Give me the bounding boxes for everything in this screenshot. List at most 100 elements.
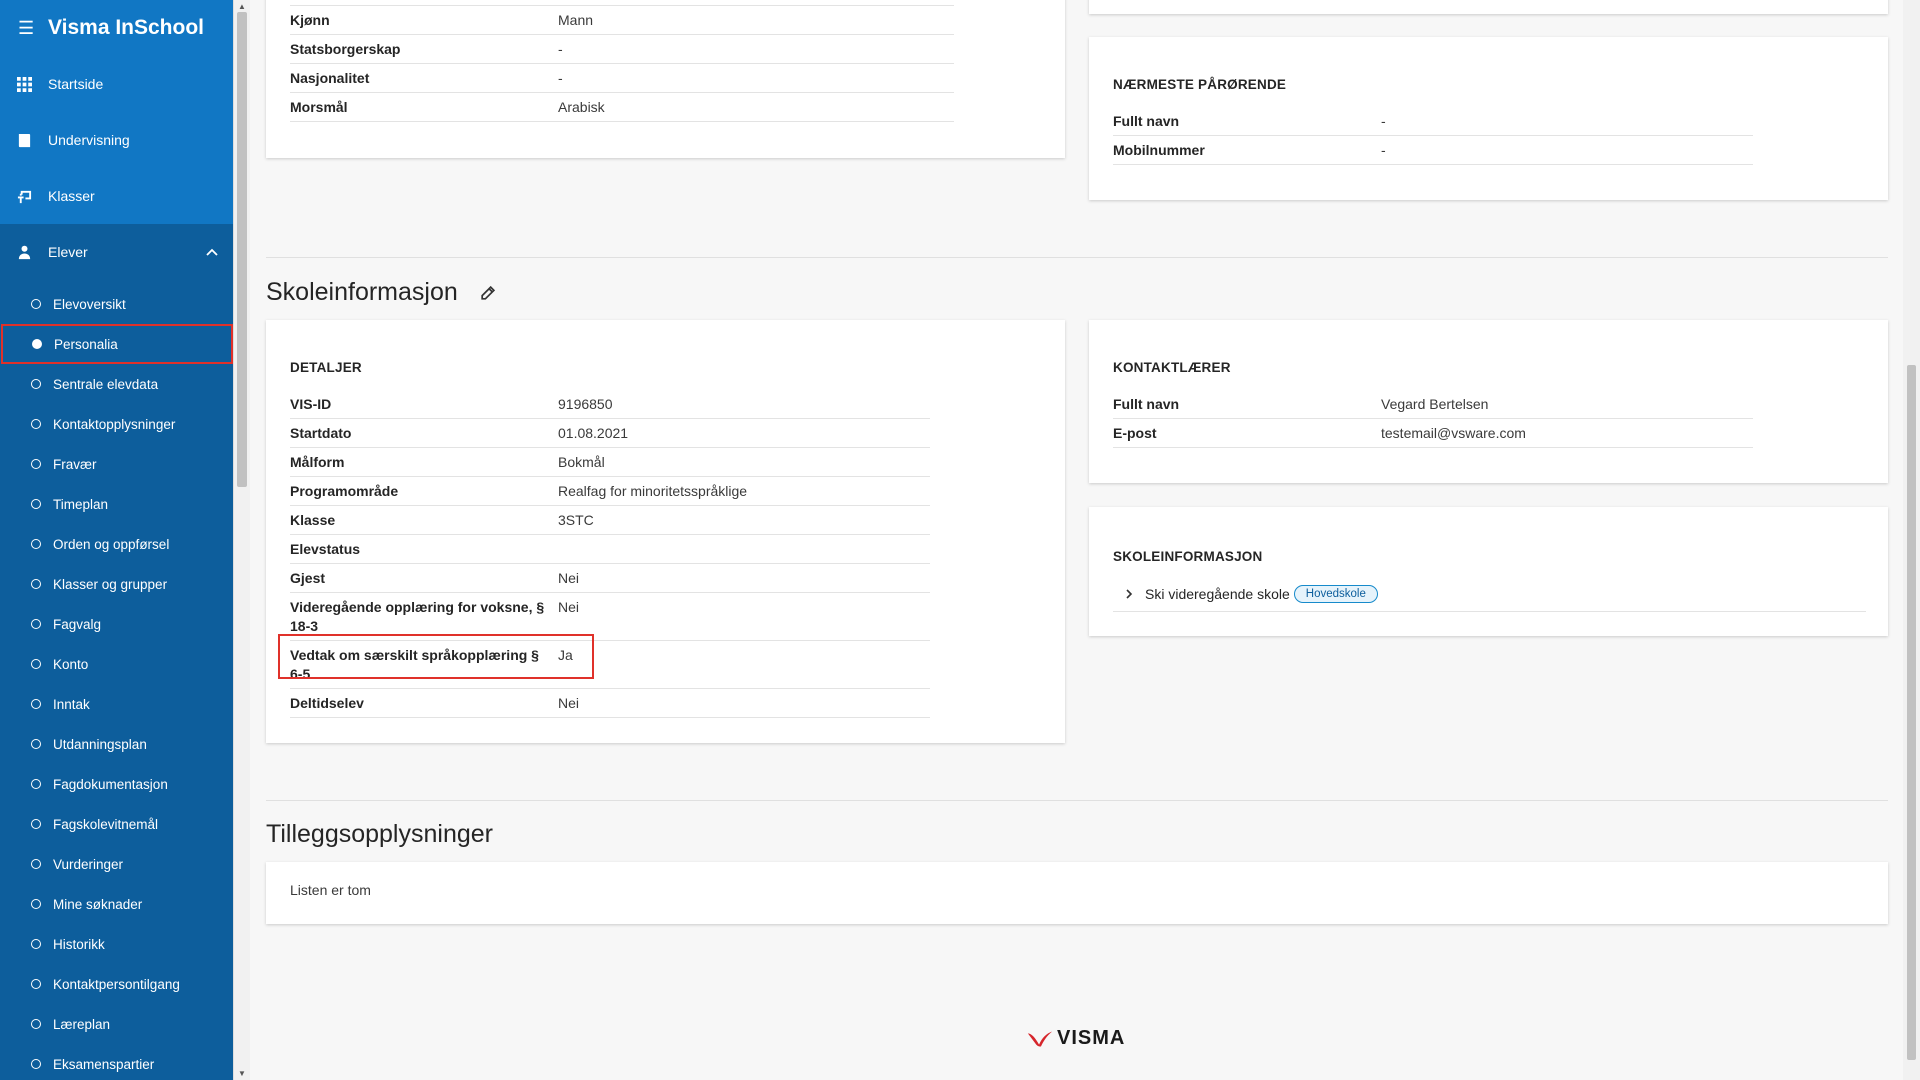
extra-section-title: Tilleggsopplysninger <box>266 820 493 848</box>
sidebar-item-læreplan[interactable]: Læreplan <box>0 1004 233 1044</box>
detail-row: Elevstatus <box>290 535 930 564</box>
sidebar: ☰ Visma InSchool Startside Undervisning … <box>0 0 233 1080</box>
radio-empty-icon <box>31 499 41 509</box>
field-value: testemail@vsware.com <box>1381 425 1526 441</box>
sidebar-item-label: Mine søknader <box>53 896 143 912</box>
sidebar-item-fagdokumentasjon[interactable]: Fagdokumentasjon <box>0 764 233 804</box>
scrollbar-thumb[interactable] <box>237 12 247 487</box>
field-label: Gjest <box>290 570 326 586</box>
sidebar-scrollbar[interactable]: ▲ ▼ <box>233 0 250 1080</box>
personal-row: Morsmål Arabisk <box>290 93 954 122</box>
sidebar-item-timeplan[interactable]: Timeplan <box>0 484 233 524</box>
field-label: Deltidselev <box>290 695 364 711</box>
book-icon <box>17 133 48 148</box>
field-value: Nei <box>558 695 580 711</box>
sidebar-item-fravær[interactable]: Fravær <box>0 444 233 484</box>
field-label: Fullt navn <box>1113 113 1180 129</box>
page-scrollbar-thumb[interactable] <box>1907 365 1916 1060</box>
school-row[interactable]: Ski videregående skole Hovedskole <box>1113 585 1866 612</box>
radio-empty-icon <box>31 459 41 469</box>
detail-row: Klasse 3STC <box>290 506 930 535</box>
sidebar-item-klasser-og-grupper[interactable]: Klasser og grupper <box>0 564 233 604</box>
sidebar-item-mine-søknader[interactable]: Mine søknader <box>0 884 233 924</box>
radio-empty-icon <box>31 979 41 989</box>
next-of-kin-row: Mobilnummer - <box>1113 136 1753 165</box>
sidebar-item-label: Fagvalg <box>53 616 102 632</box>
sidebar-item-label: Vurderinger <box>53 856 124 872</box>
radio-empty-icon <box>31 619 41 629</box>
sidebar-item-fagskolevitnemål[interactable]: Fagskolevitnemål <box>0 804 233 844</box>
main-content: Kjønn Mann Statsborgerskap - Nasjonalitet - Mo… <box>266 0 1888 1080</box>
field-label: Mobilnummer <box>1113 142 1205 158</box>
sidebar-item-kontaktopplysninger[interactable]: Kontaktopplysninger <box>0 404 233 444</box>
sidebar-item-utdanningsplan[interactable]: Utdanningsplan <box>0 724 233 764</box>
field-value: Realfag for minoritetsspråklige <box>558 483 748 499</box>
field-value: 9196850 <box>558 396 613 412</box>
sidebar-item-label: Konto <box>53 656 89 672</box>
sidebar-item-label: Personalia <box>54 336 118 352</box>
section-divider-2 <box>266 800 1888 801</box>
chevron-right-icon[interactable] <box>1123 588 1135 600</box>
sidebar-item-inntak[interactable]: Inntak <box>0 684 233 724</box>
field-label: Elevstatus <box>290 541 361 557</box>
nav-label: Elever <box>48 244 88 260</box>
radio-empty-icon <box>31 939 41 949</box>
nav-klasser[interactable]: Klasser <box>0 168 233 224</box>
chevron-up-icon[interactable] <box>205 245 219 259</box>
field-value: Ja <box>558 647 573 663</box>
radio-empty-icon <box>31 379 41 389</box>
field-value: Bokmål <box>558 454 605 470</box>
sidebar-item-label: Læreplan <box>53 1016 111 1032</box>
field-label: VIS-ID <box>290 396 332 412</box>
field-value: - <box>558 41 563 57</box>
radio-empty-icon <box>31 779 41 789</box>
field-value: Nei <box>558 599 580 615</box>
radio-empty-icon <box>31 659 41 669</box>
contact-row: E-post testemail@vsware.com <box>1113 419 1753 448</box>
nav-label: Startside <box>48 76 104 92</box>
sidebar-item-konto[interactable]: Konto <box>0 644 233 684</box>
radio-empty-icon <box>31 299 41 309</box>
sidebar-item-vurderinger[interactable]: Vurderinger <box>0 844 233 884</box>
visma-logo-text: VISMA <box>1057 1027 1126 1049</box>
nav-startside[interactable]: Startside <box>0 56 233 112</box>
sidebar-item-sentrale-elevdata[interactable]: Sentrale elevdata <box>0 364 233 404</box>
detail-row: Målform Bokmål <box>290 448 930 477</box>
sidebar-item-personalia[interactable]: Personalia <box>1 324 233 364</box>
sidebar-item-kontaktpersontilgang[interactable]: Kontaktpersontilgang <box>0 964 233 1004</box>
details-title: DETALJER <box>290 360 362 375</box>
sidebar-item-eksamenspartier[interactable]: Eksamenspartier <box>0 1044 233 1080</box>
app-title: Visma InSchool <box>48 16 204 39</box>
detail-row: Startdato 01.08.2021 <box>290 419 930 448</box>
empty-list-text: Listen er tom <box>290 882 371 898</box>
radio-empty-icon <box>31 699 41 709</box>
sidebar-item-elevoversikt[interactable]: Elevoversikt <box>0 284 233 324</box>
edit-icon[interactable] <box>479 285 496 302</box>
field-value: Nei <box>558 570 580 586</box>
nav-elever[interactable]: Elever <box>0 224 233 280</box>
top-right-card-edge <box>1089 0 1888 14</box>
radio-empty-icon <box>31 819 41 829</box>
field-label: Fullt navn <box>1113 396 1180 412</box>
next-of-kin-card: NÆRMESTE PÅRØRENDE Fullt navn - Mobilnumme… <box>1089 37 1888 200</box>
radio-empty-icon <box>31 419 41 429</box>
radio-empty-icon <box>31 739 41 749</box>
sidebar-item-label: Kontaktopplysninger <box>53 416 176 432</box>
elever-submenu: Elevoversikt Personalia Sentrale elevdata K… <box>0 280 233 1080</box>
sidebar-item-label: Inntak <box>53 696 90 712</box>
nav-undervisning[interactable]: Undervisning <box>0 112 233 168</box>
sidebar-item-historikk[interactable]: Historikk <box>0 924 233 964</box>
field-label: Målform <box>290 454 345 470</box>
scroll-up-icon[interactable]: ▲ <box>238 2 246 11</box>
field-label: Videregående opplæring for voksne, § 18-… <box>290 599 545 634</box>
next-of-kin-row: Fullt navn - <box>1113 107 1753 136</box>
scroll-down-icon[interactable]: ▼ <box>238 1069 246 1078</box>
sidebar-item-fagvalg[interactable]: Fagvalg <box>0 604 233 644</box>
next-of-kin-title: NÆRMESTE PÅRØRENDE <box>1113 77 1287 92</box>
page-scrollbar[interactable] <box>1903 0 1920 1080</box>
field-value: - <box>1381 142 1386 158</box>
menu-icon[interactable]: ☰ <box>18 18 48 39</box>
sidebar-item-orden-og-oppførsel[interactable]: Orden og oppførsel <box>0 524 233 564</box>
radio-filled-icon <box>32 339 42 349</box>
sidebar-item-label: Utdanningsplan <box>53 736 147 752</box>
